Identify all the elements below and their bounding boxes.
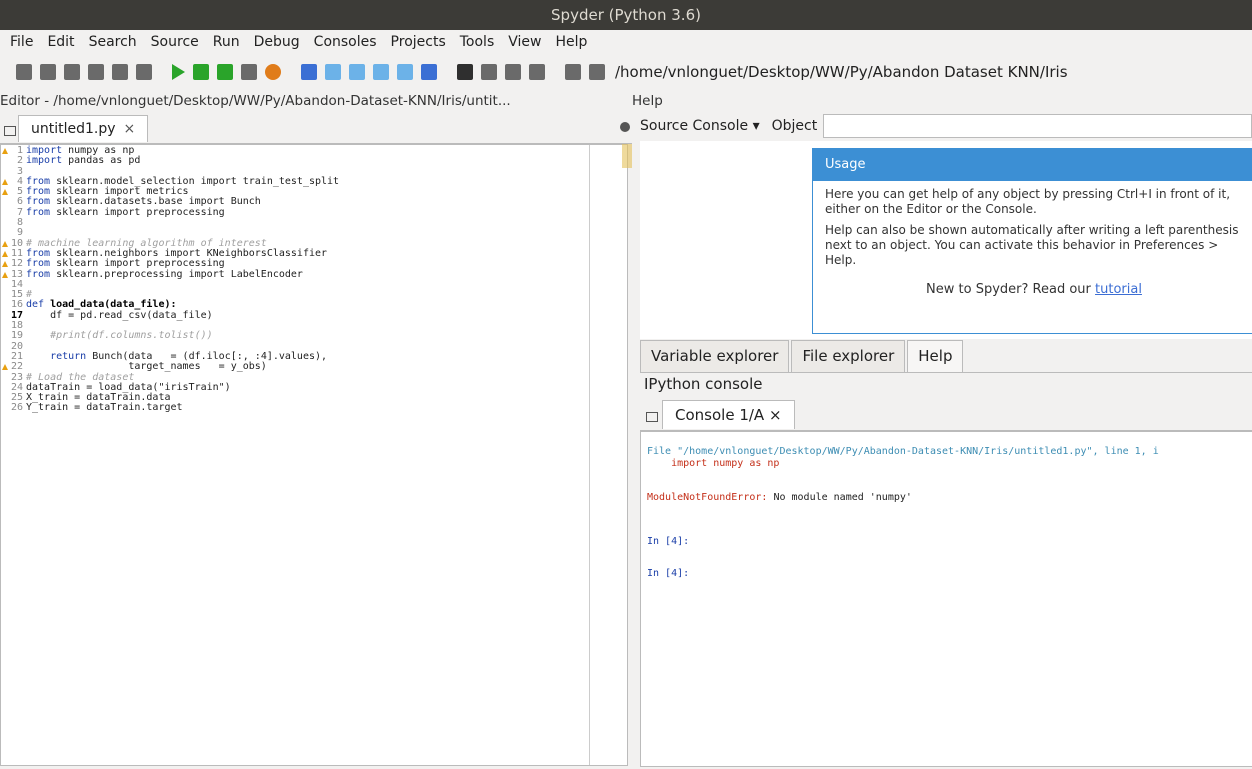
help-source-bar: Source Console ▾ Object <box>640 112 1252 140</box>
code-line: 13 from sklearn.preprocessing import Labe… <box>1 268 339 280</box>
step-icon[interactable] <box>325 64 341 80</box>
tools-icon[interactable] <box>505 64 521 80</box>
options-icon[interactable] <box>620 122 630 132</box>
browse-tabs-icon[interactable] <box>4 126 16 136</box>
console-prompt: In [4]: <box>647 536 690 547</box>
menu-bar: File Edit Search Source Run Debug Consol… <box>0 30 1252 54</box>
menu-view[interactable]: View <box>508 34 541 50</box>
menu-tools[interactable]: Tools <box>460 34 495 50</box>
code-text: #print(df.columns.tolist()) <box>26 330 213 342</box>
menu-run[interactable]: Run <box>213 34 240 50</box>
code-line: 8 <box>1 217 339 228</box>
line-number: 26 <box>10 402 23 414</box>
continue-icon[interactable] <box>397 64 413 80</box>
code-editor[interactable]: 1 import numpy as np 2 import pandas as pd 3… <box>0 144 628 766</box>
menu-edit[interactable]: Edit <box>47 34 74 50</box>
preferences-icon[interactable] <box>136 64 152 80</box>
code-line: 17 df = pd.read_csv(data_file) <box>1 309 339 321</box>
code-line: 2 import pandas as pd <box>1 155 339 167</box>
stop-debug-icon[interactable] <box>421 64 437 80</box>
tutorial-link[interactable]: tutorial <box>1095 282 1142 297</box>
run-cell-icon[interactable] <box>193 64 209 80</box>
object-input[interactable] <box>823 114 1252 138</box>
code-text: from sklearn.preprocessing import LabelE… <box>26 268 303 280</box>
help-pane-title: Help <box>632 93 663 109</box>
step-into-icon[interactable] <box>349 64 365 80</box>
ipython-console[interactable]: File "/home/vnlonguet/Desktop/WW/Py/Aban… <box>640 431 1252 767</box>
list-icon[interactable] <box>112 64 128 80</box>
rerun-icon[interactable] <box>265 64 281 80</box>
window-title: Spyder (Python 3.6) <box>0 0 1252 30</box>
object-label: Object <box>771 118 818 134</box>
console-traceback-line: File "/home/vnlonguet/Desktop/WW/Py/Aban… <box>647 446 1159 457</box>
code-line: 19 #print(df.columns.tolist()) <box>1 330 339 342</box>
code-lines: 1 import numpy as np 2 import pandas as pd 3… <box>1 145 339 414</box>
code-text: Y_train = dataTrain.target <box>26 402 183 414</box>
open-file-icon[interactable] <box>40 64 56 80</box>
editor-tab-bar: untitled1.py × <box>0 113 632 144</box>
editor-pane-title: Editor - /home/vnlonguet/Desktop/WW/Py/A… <box>0 93 511 109</box>
console-error: ModuleNotFoundError: No module named 'nu… <box>647 492 912 503</box>
python-path-icon[interactable] <box>529 64 545 80</box>
code-line: 26 Y_train = dataTrain.target <box>1 402 339 414</box>
new-file-icon[interactable] <box>16 64 32 80</box>
menu-search[interactable]: Search <box>89 34 137 50</box>
close-console-icon[interactable]: × <box>769 406 782 424</box>
code-line: 14 <box>1 279 339 290</box>
forward-icon[interactable] <box>589 64 605 80</box>
menu-consoles[interactable]: Consoles <box>314 34 377 50</box>
usage-tutorial: New to Spyder? Read our tutorial <box>926 282 1142 297</box>
code-line: 7 from sklearn import preprocessing <box>1 206 339 218</box>
menu-projects[interactable]: Projects <box>391 34 446 50</box>
menu-file[interactable]: File <box>10 34 33 50</box>
console-traceback-code: import numpy as np <box>647 458 780 469</box>
console-prompt: In [4]: <box>647 568 690 579</box>
fullscreen-icon[interactable] <box>481 64 497 80</box>
menu-help[interactable]: Help <box>555 34 587 50</box>
usage-text-2: Help can also be shown automatically aft… <box>825 223 1239 267</box>
run-icon[interactable] <box>172 64 185 80</box>
step-return-icon[interactable] <box>373 64 389 80</box>
code-text: df = pd.read_csv(data_file) <box>26 309 213 321</box>
usage-title: Usage <box>813 149 1252 181</box>
working-directory-path[interactable]: /home/vnlonguet/Desktop/WW/Py/Abandon Da… <box>615 63 1068 81</box>
usage-text-1: Here you can get help of any object by p… <box>825 187 1231 216</box>
save-all-icon[interactable] <box>88 64 104 80</box>
source-console-dropdown[interactable]: Source Console ▾ <box>640 118 760 134</box>
close-tab-icon[interactable]: × <box>124 121 136 137</box>
back-icon[interactable] <box>565 64 581 80</box>
editor-tab-label: untitled1.py <box>31 121 116 137</box>
line-number: 22 <box>1 361 26 372</box>
run-cell-advance-icon[interactable] <box>217 64 233 80</box>
save-file-icon[interactable] <box>64 64 80 80</box>
tab-file-explorer[interactable]: File explorer <box>791 340 906 372</box>
chevron-down-icon: ▾ <box>752 118 760 134</box>
menu-debug[interactable]: Debug <box>254 34 300 50</box>
tab-variable-explorer[interactable]: Variable explorer <box>640 340 790 372</box>
code-text: from sklearn import preprocessing <box>26 206 225 218</box>
scrollbar-warning-marker <box>622 144 632 168</box>
ipython-console-title: IPython console <box>644 375 763 393</box>
usage-box: Usage Here you can get help of any objec… <box>812 148 1252 334</box>
browse-console-tabs-icon[interactable] <box>646 412 658 422</box>
debug-icon[interactable] <box>301 64 317 80</box>
maximize-pane-icon[interactable] <box>457 64 473 80</box>
editor-tab-untitled1[interactable]: untitled1.py × <box>18 115 149 142</box>
code-text: import pandas as pd <box>26 155 141 167</box>
toolbar: /home/vnlonguet/Desktop/WW/Py/Abandon Da… <box>0 55 1252 89</box>
menu-source[interactable]: Source <box>151 34 199 50</box>
console-tab-bar: Console 1/A × <box>640 398 1252 431</box>
edge-line <box>589 145 590 765</box>
tab-help[interactable]: Help <box>907 340 964 372</box>
pane-tabs: Variable explorer File explorer Help <box>640 340 1252 373</box>
run-selection-icon[interactable] <box>241 64 257 80</box>
console-tab[interactable]: Console 1/A × <box>662 400 795 429</box>
